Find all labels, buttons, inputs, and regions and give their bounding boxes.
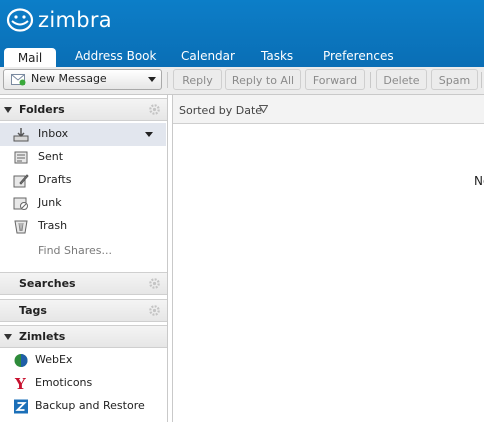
list-header[interactable]: Sorted by Date <box>173 95 484 124</box>
mail-toolbar: New Message Reply Reply to All Forward D… <box>0 67 484 95</box>
svg-text:Y: Y <box>14 376 26 391</box>
folder-label: Drafts <box>38 173 72 186</box>
drafts-icon <box>13 174 29 188</box>
new-message-label: New Message <box>31 72 107 85</box>
folder-junk[interactable]: Junk <box>0 192 166 215</box>
folder-sent[interactable]: Sent <box>0 146 166 169</box>
new-message-icon <box>11 74 26 86</box>
folders-header[interactable]: Folders <box>0 98 167 121</box>
zimlets-title: Zimlets <box>19 330 66 343</box>
tab-tasks[interactable]: Tasks <box>261 46 293 67</box>
sent-icon <box>14 151 28 164</box>
gear-icon[interactable] <box>148 277 161 290</box>
collapse-arrow-icon[interactable] <box>4 334 12 340</box>
junk-icon <box>13 197 28 210</box>
tab-mail[interactable]: Mail <box>4 48 56 69</box>
gear-icon[interactable] <box>148 103 161 116</box>
gear-icon[interactable] <box>148 304 161 317</box>
find-shares-link[interactable]: Find Shares... <box>0 240 166 263</box>
sidebar: Folders Inbox Sent Drafts Junk Trash Fin… <box>0 95 168 422</box>
zimlet-label: WebEx <box>35 353 73 366</box>
collapse-arrow-icon[interactable] <box>4 107 12 113</box>
zimlet-label: Backup and Restore <box>35 399 145 412</box>
folder-label: Junk <box>38 196 62 209</box>
zimlet-webex[interactable]: WebEx <box>0 349 166 372</box>
folder-trash[interactable]: Trash <box>0 215 166 238</box>
searches-title: Searches <box>19 277 76 290</box>
folders-title: Folders <box>19 103 65 116</box>
zimlet-backup-restore[interactable]: Backup and Restore <box>0 395 166 418</box>
reply-all-button[interactable]: Reply to All <box>225 69 301 90</box>
chevron-down-icon[interactable] <box>148 77 156 82</box>
zimbra-logo-icon <box>6 8 34 32</box>
zimlet-emoticons[interactable]: Y Emoticons <box>0 372 166 395</box>
folder-label: Inbox <box>38 127 69 140</box>
tab-preferences[interactable]: Preferences <box>323 46 394 67</box>
emoticons-icon: Y <box>14 376 26 391</box>
webex-icon <box>14 354 28 367</box>
folder-drafts[interactable]: Drafts <box>0 169 166 192</box>
forward-button[interactable]: Forward <box>305 69 365 90</box>
trash-icon <box>14 220 28 234</box>
sort-label[interactable]: Sorted by Date <box>179 104 262 117</box>
chevron-down-icon[interactable] <box>145 132 153 137</box>
sort-arrow-icon[interactable] <box>259 105 268 113</box>
folder-label: Trash <box>38 219 68 232</box>
inbox-icon <box>13 128 29 142</box>
message-list: Sorted by Date No <box>172 95 484 422</box>
toolbar-divider <box>167 72 168 88</box>
zimlet-label: Emoticons <box>35 376 93 389</box>
delete-button[interactable]: Delete <box>376 69 427 90</box>
spam-button[interactable]: Spam <box>431 69 478 90</box>
app-header: zimbra Mail Address Book Calendar Tasks … <box>0 0 484 69</box>
logo-text: zimbra <box>38 8 112 32</box>
folder-inbox[interactable]: Inbox <box>0 123 166 146</box>
zimlets-header[interactable]: Zimlets <box>0 325 167 348</box>
zimbra-logo[interactable]: zimbra <box>6 7 112 33</box>
new-message-button[interactable]: New Message <box>3 69 162 90</box>
app-tabs: Mail Address Book Calendar Tasks Prefere… <box>0 44 484 69</box>
find-shares-label: Find Shares... <box>38 244 112 257</box>
backup-icon <box>14 399 28 414</box>
tab-address-book[interactable]: Address Book <box>75 46 156 67</box>
searches-header[interactable]: Searches <box>0 272 167 295</box>
reply-button[interactable]: Reply <box>173 69 222 90</box>
toolbar-divider <box>370 72 371 88</box>
tags-title: Tags <box>19 304 47 317</box>
toolbar-divider <box>481 72 482 88</box>
tab-calendar[interactable]: Calendar <box>181 46 235 67</box>
empty-list-message: No <box>474 174 484 188</box>
tags-header[interactable]: Tags <box>0 299 167 322</box>
folder-label: Sent <box>38 150 64 163</box>
